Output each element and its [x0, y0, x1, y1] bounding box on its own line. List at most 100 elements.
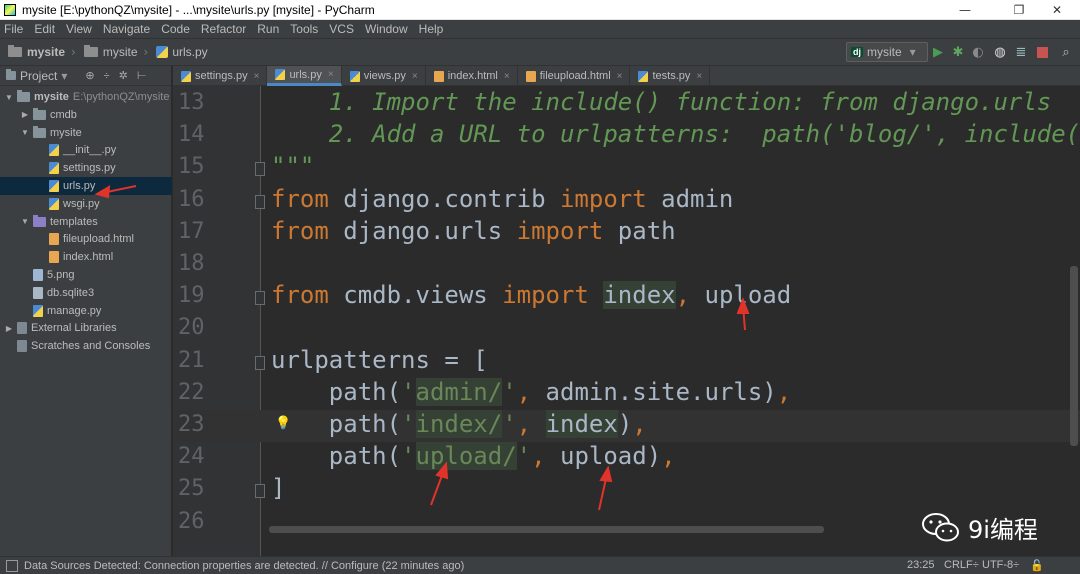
breadcrumb-project[interactable]: mysite	[8, 45, 65, 59]
menu-vcs[interactable]: VCS	[329, 22, 354, 36]
code-line[interactable]: 24 path('upload/', upload),	[173, 442, 1080, 474]
tree-item-mysite[interactable]: ▼ mysite E:\pythonQZ\mysite	[0, 88, 172, 106]
tab-settings-py[interactable]: settings.py ×	[173, 66, 268, 86]
run-icon[interactable]: ▶	[930, 44, 946, 60]
lightbulb-icon[interactable]: 💡	[275, 416, 291, 431]
menu-navigate[interactable]: Navigate	[103, 22, 150, 36]
breadcrumb-package[interactable]: mysite	[83, 45, 138, 59]
fold-marker-icon[interactable]	[255, 484, 265, 499]
code-line[interactable]: 18	[173, 249, 1080, 281]
hide-panel-icon[interactable]: ⊢	[137, 69, 147, 82]
close-tab-icon[interactable]: ×	[254, 71, 260, 82]
close-tab-icon[interactable]: ×	[328, 69, 334, 80]
locate-file-icon[interactable]: ⊕	[85, 69, 94, 82]
code-line[interactable]: 25]	[173, 474, 1080, 506]
close-button[interactable]: ✕	[1034, 0, 1080, 20]
tab-urls-py[interactable]: urls.py ×	[267, 66, 342, 86]
project-panel: Project ▾ ⊕ ÷ ✲ ⊢ ▼ mysite E:\pythonQZ\mys…	[0, 66, 172, 556]
tree-item-urls-py[interactable]: urls.py	[0, 177, 172, 195]
fold-marker-icon[interactable]	[255, 291, 265, 306]
menu-edit[interactable]: Edit	[34, 22, 55, 36]
menu-help[interactable]: Help	[419, 22, 444, 36]
expanded-arrow-icon[interactable]: ▼	[20, 128, 30, 137]
tree-item-db-sqlite3[interactable]: db.sqlite3	[0, 284, 172, 302]
tree-item-settings-py[interactable]: settings.py	[0, 159, 172, 177]
project-view-icon	[6, 69, 16, 80]
tab-fileupload-html[interactable]: fileupload.html ×	[518, 66, 631, 86]
gear-icon[interactable]: ✲	[119, 69, 128, 82]
collapsed-arrow-icon[interactable]: ▶	[4, 324, 14, 333]
code-line[interactable]: 14 2. Add a URL to urlpatterns: path('bl…	[173, 120, 1080, 152]
code-line[interactable]: 23 path('index/', index), 💡	[173, 410, 1080, 442]
tree-item-init-py[interactable]: __init__.py	[0, 141, 172, 159]
tab-label: tests.py	[652, 70, 691, 82]
run-configuration-select[interactable]: dj mysite ▾	[846, 42, 928, 62]
caret-position[interactable]: 23:25	[907, 559, 935, 571]
chevron-down-icon[interactable]: ▾	[61, 69, 67, 83]
tree-item-5-png[interactable]: 5.png	[0, 266, 172, 284]
code-line[interactable]: 22 path('admin/', admin.site.urls),	[173, 377, 1080, 410]
menu-tools[interactable]: Tools	[290, 22, 318, 36]
code-line[interactable]: 13 1. Import the include() function: fro…	[173, 88, 1080, 120]
expanded-arrow-icon[interactable]: ▼	[4, 93, 14, 102]
fold-marker-icon[interactable]	[255, 162, 265, 177]
horizontal-scrollbar[interactable]	[269, 526, 824, 533]
close-tab-icon[interactable]: ×	[412, 71, 418, 82]
close-tab-icon[interactable]: ×	[504, 71, 510, 82]
fold-marker-icon[interactable]	[255, 194, 265, 209]
close-tab-icon[interactable]: ×	[696, 71, 702, 82]
tab-views-py[interactable]: views.py ×	[342, 66, 426, 86]
stop-icon[interactable]	[1034, 44, 1050, 60]
code-token: ,	[675, 281, 691, 310]
search-icon[interactable]: ⌕	[1058, 44, 1074, 60]
tab-tests-py[interactable]: tests.py ×	[630, 66, 711, 86]
tab-index-html[interactable]: index.html ×	[426, 66, 518, 86]
close-tab-icon[interactable]: ×	[617, 71, 623, 82]
tree-item-index-html[interactable]: index.html	[0, 248, 172, 266]
menu-refactor[interactable]: Refactor	[201, 22, 246, 36]
code-line[interactable]: 15 """	[173, 152, 1080, 184]
tree-item-fileupload-html[interactable]: fileupload.html	[0, 230, 172, 248]
line-number: 25	[178, 476, 205, 502]
code-editor[interactable]: 13 1. Import the include() function: fro…	[173, 86, 1080, 556]
debug-icon[interactable]: ✱	[950, 44, 966, 60]
menu-view[interactable]: View	[66, 22, 92, 36]
tree-item-manage-py[interactable]: manage.py	[0, 302, 172, 320]
menu-window[interactable]: Window	[365, 22, 408, 36]
coverage-icon[interactable]: ◐	[970, 44, 986, 60]
code-line[interactable]: 17 from django.urls import path	[173, 217, 1080, 249]
tree-item-wsgi-py[interactable]: wsgi.py	[0, 195, 172, 213]
file-encoding[interactable]: UTF-8÷	[982, 559, 1019, 571]
code-line[interactable]: 16 from django.contrib import admin	[173, 185, 1080, 217]
tree-item-mysite[interactable]: ▼ mysite	[0, 124, 172, 142]
line-separator[interactable]: CRLF÷	[944, 559, 979, 571]
code-token: django.urls	[328, 216, 517, 245]
code-token: upload)	[545, 442, 662, 471]
tree-item-external-libraries[interactable]: ▶ External Libraries	[0, 319, 172, 337]
menu-file[interactable]: File	[4, 22, 23, 36]
project-panel-label[interactable]: Project	[20, 69, 57, 83]
minimize-button[interactable]: —	[942, 0, 988, 20]
breadcrumb-file[interactable]: urls.py	[156, 45, 208, 59]
code-line[interactable]: 21 urlpatterns = [	[173, 346, 1080, 378]
status-message[interactable]: Data Sources Detected: Connection proper…	[24, 560, 464, 572]
lock-icon[interactable]: 🔓	[1030, 559, 1044, 572]
line-number: 24	[178, 444, 205, 470]
menu-run[interactable]: Run	[257, 22, 279, 36]
code-line[interactable]: 19 from cmdb.views import index, upload	[173, 281, 1080, 313]
collapsed-arrow-icon[interactable]: ▶	[20, 110, 30, 119]
tree-item-cmdb[interactable]: ▶ cmdb	[0, 106, 172, 124]
fold-marker-icon[interactable]	[255, 355, 265, 370]
build-icon[interactable]: ≣	[1013, 44, 1029, 60]
menu-code[interactable]: Code	[161, 22, 190, 36]
tree-item-scratches-and-consoles[interactable]: Scratches and Consoles	[0, 337, 172, 355]
vertical-scrollbar[interactable]	[1070, 266, 1078, 446]
tool-window-toggle-icon[interactable]	[6, 559, 18, 572]
tree-item-templates[interactable]: ▼ templates	[0, 213, 172, 231]
expanded-arrow-icon[interactable]: ▼	[20, 217, 30, 226]
collapse-all-icon[interactable]: ÷	[104, 70, 110, 82]
code-line[interactable]: 20	[173, 313, 1080, 345]
python-file-icon	[638, 70, 649, 82]
line-number: 23	[178, 412, 205, 437]
profile-icon[interactable]: ◍	[992, 44, 1008, 60]
